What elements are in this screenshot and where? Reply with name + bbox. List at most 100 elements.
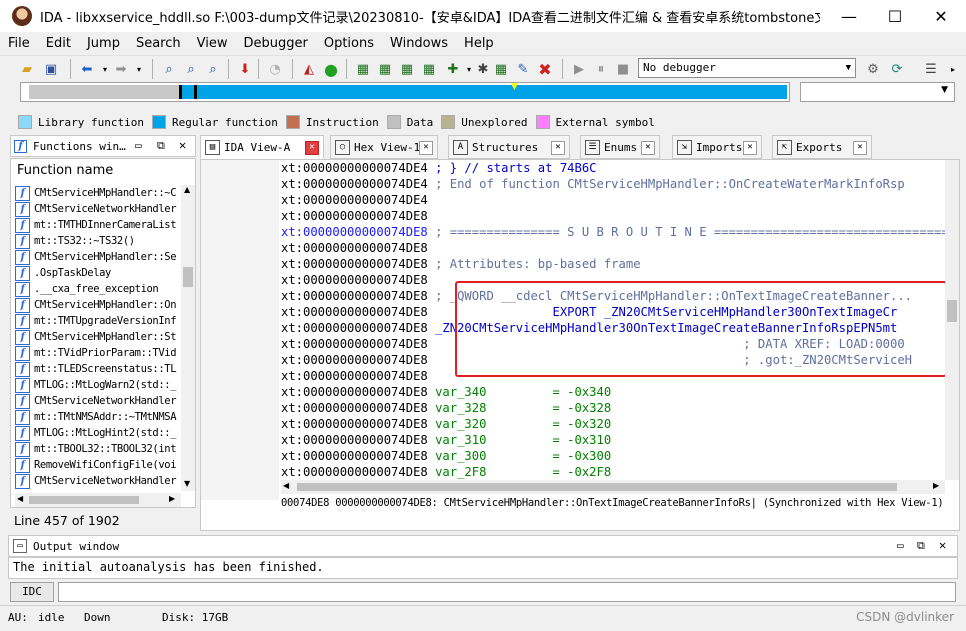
start-debug-icon[interactable]: ▶ xyxy=(570,60,588,78)
float-window-icon[interactable]: ⧉ xyxy=(157,139,165,153)
float-window-icon[interactable]: ⧉ xyxy=(917,539,925,553)
segment-select[interactable]: ▼ xyxy=(800,82,955,102)
forward-arrow-icon[interactable]: ➡ xyxy=(112,60,130,78)
code-line[interactable]: xt:00000000000074DE8 ; Attributes: bp-ba… xyxy=(281,256,945,272)
make-code-icon[interactable]: ▦ xyxy=(354,60,372,78)
tab-ida-view-a[interactable]: ▤ IDA View-A ✕ xyxy=(200,135,324,159)
close-icon[interactable]: ✕ xyxy=(179,138,186,152)
disassembly-vertical-scrollbar[interactable] xyxy=(945,160,959,480)
make-function-icon[interactable]: ▦ xyxy=(420,60,438,78)
chart-icon[interactable]: ◭ xyxy=(300,60,318,78)
list-item[interactable]: f .OspTaskDelay xyxy=(15,265,181,281)
list-item[interactable]: f .__cxa_free_exception xyxy=(15,281,181,297)
code-line[interactable]: xt:00000000000074DE8 var_300 = -0x300 xyxy=(281,448,945,464)
maximize-button[interactable]: ☐ xyxy=(872,0,918,32)
menu-view[interactable]: View xyxy=(189,36,236,51)
list-item[interactable]: f mt::TBOOL32::TBOOL32(int xyxy=(15,441,181,457)
menu-file[interactable]: File xyxy=(0,36,38,51)
close-icon[interactable]: ✕ xyxy=(419,141,433,155)
scroll-left-icon[interactable]: ◀ xyxy=(17,494,23,503)
list-item[interactable]: f CMtServiceHMpHandler::On xyxy=(15,297,181,313)
disassembly-horizontal-scrollbar[interactable]: ◀ ▶ xyxy=(281,480,945,494)
menu-edit[interactable]: Edit xyxy=(38,36,79,51)
list-item[interactable]: f mt::TMtNMSAddr::~TMtNMSA xyxy=(15,409,181,425)
idc-button[interactable]: IDC xyxy=(10,582,54,602)
scroll-thumb[interactable] xyxy=(947,300,957,322)
column-header-function-name[interactable]: Function name xyxy=(11,163,181,181)
arrow-down-icon[interactable]: ⬇ xyxy=(236,60,254,78)
navigation-band[interactable]: ▼ xyxy=(20,82,790,102)
code-line[interactable]: xt:00000000000074DE8 var_2F8 = -0x2F8 xyxy=(281,464,945,480)
menu-jump[interactable]: Jump xyxy=(79,36,128,51)
stop-debug-icon[interactable]: ■ xyxy=(614,60,632,78)
make-data-icon[interactable]: ▦ xyxy=(376,60,394,78)
scroll-right-icon[interactable]: ▶ xyxy=(169,494,175,503)
green-circle-icon[interactable]: ● xyxy=(322,60,340,79)
code-line[interactable]: xt:00000000000074DE8 xyxy=(281,240,945,256)
menu-help[interactable]: Help xyxy=(456,36,502,51)
scroll-up-icon[interactable]: ▲ xyxy=(184,185,190,194)
list-item[interactable]: f CMtServiceNetworkHandler xyxy=(15,201,181,217)
make-array-icon[interactable]: ▦ xyxy=(398,60,416,78)
functions-window-tab[interactable]: f Functions win… ▭ ⧉ ✕ xyxy=(10,135,196,157)
close-icon[interactable]: ✕ xyxy=(551,141,565,155)
tab-exports[interactable]: ⇱ Exports ✕ xyxy=(772,135,872,159)
delete-icon[interactable]: ✖ xyxy=(536,60,554,79)
window-menu-icon[interactable]: ▭ xyxy=(135,139,142,152)
menu-options[interactable]: Options xyxy=(316,36,382,51)
list-item[interactable]: f mt::TMTHDInnerCameraList xyxy=(15,217,181,233)
close-icon[interactable]: ✕ xyxy=(853,141,867,155)
window-menu-icon[interactable]: ▭ xyxy=(897,539,904,552)
functions-vertical-scrollbar[interactable]: ▲ ▼ xyxy=(181,185,195,491)
back-arrow-icon[interactable]: ⬅ xyxy=(78,60,96,78)
open-folder-icon[interactable]: ▰ xyxy=(18,60,36,78)
save-icon[interactable]: ▣ xyxy=(42,60,60,78)
debugger-options-icon[interactable]: ⚙ xyxy=(864,60,882,78)
toolbar-overflow-icon[interactable]: ▸ xyxy=(944,60,962,78)
close-icon[interactable]: ✕ xyxy=(939,538,946,552)
search-text-icon[interactable]: ⌕ xyxy=(182,60,200,78)
scroll-thumb[interactable] xyxy=(29,496,139,504)
scroll-thumb[interactable] xyxy=(297,483,897,491)
search-binary-icon[interactable]: ⌕ xyxy=(160,60,178,78)
code-line[interactable]: xt:00000000000074DE4 ; End of function C… xyxy=(281,176,945,192)
forward-dropdown-icon[interactable]: ▾ xyxy=(130,60,148,78)
graph-icon[interactable]: ◔ xyxy=(266,60,284,78)
list-item[interactable]: f CMtServiceHMpHandler::St xyxy=(15,329,181,345)
edit-icon[interactable]: ✎ xyxy=(514,60,532,78)
debugger-select[interactable]: No debugger ▼ xyxy=(638,58,856,78)
close-icon[interactable]: ✕ xyxy=(743,141,757,155)
tab-imports[interactable]: ⇲ Imports ✕ xyxy=(672,135,762,159)
menu-search[interactable]: Search xyxy=(128,36,189,51)
scroll-left-icon[interactable]: ◀ xyxy=(283,481,289,490)
search-immediate-icon[interactable]: ⌕ xyxy=(204,60,222,78)
menu-windows[interactable]: Windows xyxy=(382,36,456,51)
list-item[interactable]: f CMtServiceHMpHandler::Se xyxy=(15,249,181,265)
scroll-right-icon[interactable]: ▶ xyxy=(933,481,939,490)
list-item[interactable]: f mt::TLEDScreenstatus::TL xyxy=(15,361,181,377)
code-line[interactable]: xt:00000000000074DE8 var_310 = -0x310 xyxy=(281,432,945,448)
disassembly-view[interactable]: xt:00000000000074DE4 ; } // starts at 74… xyxy=(200,159,960,531)
functions-horizontal-scrollbar[interactable]: ◀ ▶ xyxy=(15,493,181,507)
struct-icon[interactable]: ▦ xyxy=(492,60,510,78)
code-line[interactable]: xt:00000000000074DE8 var_328 = -0x328 xyxy=(281,400,945,416)
list-item[interactable]: f mt::TVidPriorParam::TVid xyxy=(15,345,181,361)
command-input[interactable] xyxy=(58,582,956,602)
tab-structures[interactable]: A Structures ✕ xyxy=(448,135,570,159)
list-item[interactable]: f RemoveWifiConfigFile(voi xyxy=(15,457,181,473)
refresh-icon[interactable]: ⟳ xyxy=(888,60,906,78)
list-item[interactable]: f MTLOG::MtLogWarn2(std::_ xyxy=(15,377,181,393)
star-icon[interactable]: ✱ xyxy=(474,60,492,78)
list-item[interactable]: f CMtServiceHMpHandler::~C xyxy=(15,185,181,201)
list-item[interactable]: f CMtServiceNetworkHandler xyxy=(15,393,181,409)
list-item[interactable]: f MTLOG::MtLogHint2(std::_ xyxy=(15,425,181,441)
scroll-down-icon[interactable]: ▼ xyxy=(184,479,190,488)
minimize-button[interactable]: — xyxy=(826,0,872,32)
tab-hex-view-1[interactable]: ○ Hex View-1 ✕ xyxy=(330,135,438,159)
list-item[interactable]: f mt::TS32::~TS32() xyxy=(15,233,181,249)
menu-debugger[interactable]: Debugger xyxy=(235,36,315,51)
list-item[interactable]: f mt::TMTUpgradeVersionInf xyxy=(15,313,181,329)
code-line[interactable]: xt:00000000000074DE8 var_340 = -0x340 xyxy=(281,384,945,400)
navigation-band-bar[interactable]: ▼ xyxy=(29,82,787,99)
code-line[interactable]: xt:00000000000074DE8 xyxy=(281,208,945,224)
